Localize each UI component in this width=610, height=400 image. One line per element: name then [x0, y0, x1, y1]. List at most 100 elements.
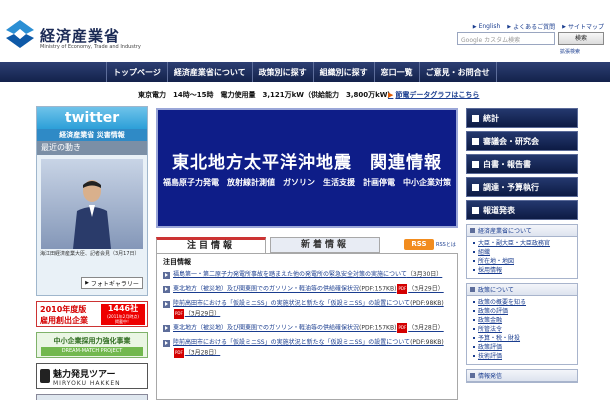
tab-new[interactable]: 新着情報: [270, 237, 380, 253]
banner-dream-line2: DREAM-MATCH PROJECT: [41, 347, 143, 356]
news-pdf-size: (PDF:98KB): [410, 338, 444, 346]
nav-policy[interactable]: 政策別に探す: [251, 62, 313, 82]
advanced-search-link[interactable]: 拡張検索: [560, 48, 580, 55]
about-link[interactable]: 組織: [473, 248, 574, 257]
nav-about[interactable]: 経済産業省について: [166, 62, 252, 82]
nav-top[interactable]: トップページ: [106, 62, 167, 82]
news-date: （3月30日）: [406, 271, 443, 278]
badge-number: 1446社: [107, 304, 139, 313]
earthquake-banner[interactable]: 東北地方太平洋沖地震 関連情報 福島原子力発電 放射線計測値 ガソリン 生活支援…: [156, 108, 458, 228]
news-pdf-size: (PDF:157KB): [359, 285, 397, 293]
arrow-right-icon: ▶: [388, 91, 394, 99]
logo-subtitle: Ministry of Economy, Trade and Industry: [40, 44, 141, 50]
banner-job-creation[interactable]: 2010年度版 雇用創出企業 1446社 (2011年2月時点) 掲載中！: [36, 301, 148, 327]
sitemap-link[interactable]: ▶ サイトマップ: [562, 22, 604, 32]
rss-icon[interactable]: RSS: [404, 239, 434, 250]
nav-organization[interactable]: 組織別に探す: [312, 62, 374, 82]
meti-logo-icon[interactable]: [6, 20, 34, 48]
banner-miryoku-line2: MIRYOKU HAKKEN: [53, 380, 121, 387]
policy-panel-head[interactable]: 政策について: [467, 284, 577, 296]
white-papers-label: 白書・報告書: [483, 159, 531, 169]
about-link[interactable]: 所在地・地図: [473, 257, 574, 266]
minister-photo[interactable]: [41, 159, 143, 249]
about-panel: 経済産業省について 大臣・副大臣・大臣政務官 組織 所在地・地図 採用情報: [466, 224, 578, 279]
badge-tail: 掲載中！: [115, 319, 131, 324]
news-title: 陸前高田市における「仮設ミニSS」の実施状況と新たな「仮設ミニSS」の設置につい…: [173, 299, 411, 307]
policy-link[interactable]: 政策金融: [473, 316, 574, 325]
arrow-right-icon: [163, 300, 170, 308]
news-link[interactable]: 東北地方（被災地）及び関東圏でのガソリン・軽油等の供給確保状況(PDF:157K…: [173, 284, 444, 295]
twitter-logo[interactable]: twitter: [37, 107, 147, 129]
twitter-box[interactable]: twitter 経済産業省 災害情報 最近の動き 海江田経済産業大臣、記者会見（…: [36, 106, 148, 296]
logo-title[interactable]: 経済産業省: [40, 25, 120, 46]
news-heading: 注目情報: [163, 258, 191, 266]
arrow-right-icon: [163, 286, 170, 293]
pdf-icon: PDF: [397, 284, 408, 294]
sitemap-link-label: サイトマップ: [567, 24, 604, 31]
info-panel-title: 情報発信: [478, 373, 503, 380]
banner-miryoku-hakken[interactable]: 魅力発見ツアー MIRYOKU HAKKEN: [36, 363, 148, 389]
banner-miryoku-line1: 魅力発見ツアー: [53, 370, 116, 380]
rss-help-link[interactable]: RSSとは: [436, 241, 456, 248]
search-input[interactable]: Google カスタム検索: [457, 32, 555, 45]
nav-inquiry[interactable]: ご意見・お問合せ: [418, 62, 497, 82]
procurement-button[interactable]: 調達・予算執行: [466, 177, 578, 197]
white-papers-button[interactable]: 白書・報告書: [466, 154, 578, 174]
news-item[interactable]: 東北地方（被災地）及び関東圏でのガソリン・軽油等の供給確保状況(PDF:157K…: [163, 323, 451, 334]
policy-link[interactable]: 政策評価: [473, 343, 574, 352]
statistics-button[interactable]: 統計: [466, 108, 578, 128]
square-bullet-icon: [470, 287, 475, 292]
info-panel-head[interactable]: 情報発信: [467, 370, 577, 382]
recent-activity-heading: 最近の動き: [37, 141, 147, 155]
banner-additional[interactable]: [36, 394, 148, 400]
power-graph-link[interactable]: ▶ 節電データグラフはこちら: [388, 90, 479, 100]
news-pdf-size: (PDF:98KB): [410, 299, 444, 307]
news-item[interactable]: 福島第一・第二原子力発電所事故を踏まえた他の発電所の緊急安全対策の実施について（…: [163, 270, 451, 280]
procurement-label: 調達・予算執行: [483, 182, 539, 192]
twitter-title: 経済産業省 災害情報: [37, 129, 147, 141]
news-item[interactable]: 東北地方（被災地）及び関東圏でのガソリン・軽油等の供給確保状況(PDF:157K…: [163, 284, 451, 295]
news-link[interactable]: 東北地方（被災地）及び関東圏でのガソリン・軽油等の供給確保状況(PDF:157K…: [173, 323, 444, 334]
nav-contacts[interactable]: 窓口一覧: [373, 62, 419, 82]
search-button[interactable]: 検索: [558, 32, 604, 45]
news-title: 東北地方（被災地）及び関東圏でのガソリン・軽油等の供給確保状況: [173, 285, 360, 293]
news-item[interactable]: 陸前高田市における「仮設ミニSS」の実施状況と新たな「仮設ミニSS」の設置につい…: [163, 338, 451, 359]
news-link[interactable]: 陸前高田市における「仮設ミニSS」の実施状況と新たな「仮設ミニSS」の設置につい…: [173, 338, 451, 359]
policy-link[interactable]: 技術評価: [473, 352, 574, 361]
arrow-right-icon: ▶: [472, 23, 477, 30]
person-image: [73, 180, 111, 249]
councils-label: 審議会・研究会: [483, 136, 539, 146]
news-tabs: 注目情報 新着情報 RSS RSSとは: [156, 237, 458, 253]
councils-button[interactable]: 審議会・研究会: [466, 131, 578, 151]
news-item[interactable]: 陸前高田市における「仮設ミニSS」の実施状況と新たな「仮設ミニSS」の設置につい…: [163, 299, 451, 320]
photo-gallery-button[interactable]: ▶ フォトギャラリー: [81, 277, 143, 289]
policy-link[interactable]: 予算・税・財投: [473, 334, 574, 343]
about-panel-head[interactable]: 経済産業省について: [467, 225, 577, 237]
about-panel-list: 大臣・副大臣・大臣政務官 組織 所在地・地図 採用情報: [467, 237, 577, 278]
tab-attention[interactable]: 注目情報: [156, 237, 266, 253]
pdf-icon: PDF: [397, 323, 408, 333]
arrow-right-icon: [163, 325, 170, 332]
arrow-right-icon: ▶: [85, 280, 89, 286]
news-link[interactable]: 陸前高田市における「仮設ミニSS」の実施状況と新たな「仮設ミニSS」の設置につい…: [173, 299, 451, 320]
photo-gallery-label: フォトギャラリー: [90, 280, 139, 288]
rss-area: RSS RSSとは: [404, 239, 456, 250]
policy-link[interactable]: 所管法令: [473, 325, 574, 334]
faq-link[interactable]: ▶ よくあるご質問: [507, 22, 555, 32]
english-link[interactable]: ▶ English: [473, 22, 501, 31]
news-pdf-size: (PDF:157KB): [359, 324, 397, 332]
policy-link[interactable]: 政策の評価: [473, 307, 574, 316]
right-column: 統計 審議会・研究会 白書・報告書 調達・予算執行 報道発表 経済産業省について…: [466, 108, 578, 383]
photo-caption: 海江田経済産業大臣、記者会見（3月17日）: [40, 251, 140, 257]
square-bullet-icon: [470, 228, 475, 233]
press-release-button[interactable]: 報道発表: [466, 200, 578, 220]
square-bullet-icon: [472, 114, 479, 122]
policy-panel-title: 政策について: [478, 287, 514, 294]
banner-dream-match[interactable]: 中小企業採用力強化事業 DREAM-MATCH PROJECT: [36, 332, 148, 358]
about-link[interactable]: 大臣・副大臣・大臣政務官: [473, 239, 574, 248]
policy-link[interactable]: 政策の概要を知る: [473, 298, 574, 307]
news-link[interactable]: 福島第一・第二原子力発電所事故を踏まえた他の発電所の緊急安全対策の実施について（…: [173, 270, 442, 280]
about-link[interactable]: 採用情報: [473, 266, 574, 275]
header: 経済産業省 Ministry of Economy, Trade and Ind…: [0, 0, 610, 60]
press-release-label: 報道発表: [483, 205, 515, 215]
